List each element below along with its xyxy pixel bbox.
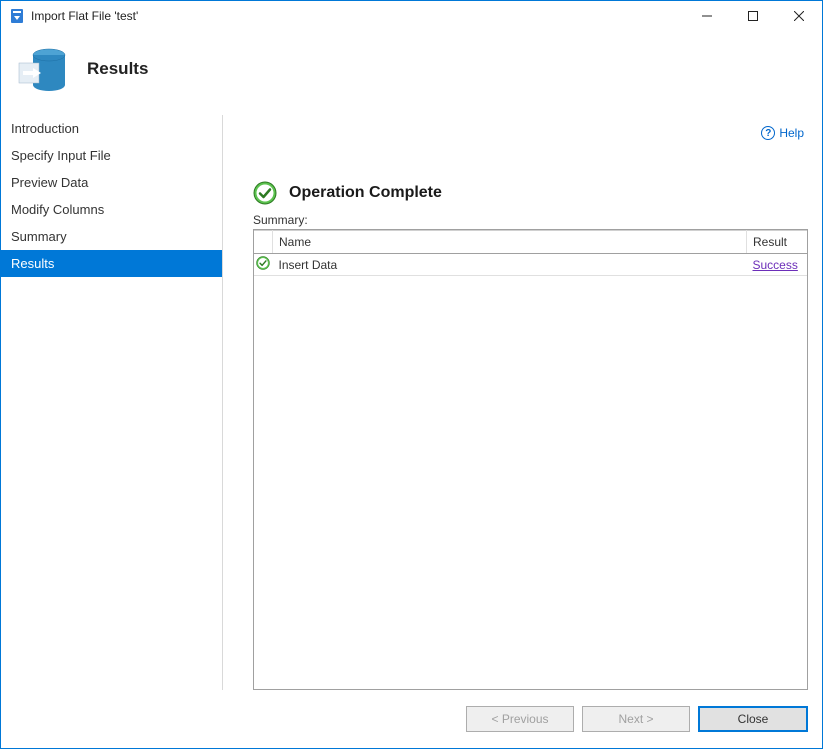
page-title: Results — [87, 59, 148, 79]
column-header-name[interactable]: Name — [273, 231, 747, 254]
column-header-result[interactable]: Result — [747, 231, 808, 254]
help-row: ? Help — [223, 115, 808, 145]
operation-title: Operation Complete — [289, 184, 442, 202]
sidebar-item-specify-input-file[interactable]: Specify Input File — [1, 142, 222, 169]
close-button[interactable]: Close — [698, 706, 808, 732]
wizard-window: Import Flat File 'test' — [0, 0, 823, 749]
success-check-icon — [256, 259, 270, 273]
window-controls — [684, 1, 822, 31]
sidebar: Introduction Specify Input File Preview … — [1, 115, 223, 690]
sidebar-item-summary[interactable]: Summary — [1, 223, 222, 250]
help-icon: ? — [761, 126, 775, 140]
operation-header: Operation Complete — [253, 181, 808, 205]
sidebar-item-introduction[interactable]: Introduction — [1, 115, 222, 142]
window-title: Import Flat File 'test' — [31, 9, 684, 23]
column-header-status-icon[interactable] — [254, 231, 273, 254]
main-panel: ? Help Operation Complete Summary: — [223, 115, 822, 690]
minimize-button[interactable] — [684, 1, 730, 31]
table-row[interactable]: Insert Data Success — [254, 254, 807, 276]
row-name: Insert Data — [273, 254, 747, 276]
previous-button: < Previous — [466, 706, 574, 732]
sidebar-item-preview-data[interactable]: Preview Data — [1, 169, 222, 196]
table-empty-area — [254, 276, 807, 689]
close-window-button[interactable] — [776, 1, 822, 31]
sidebar-item-modify-columns[interactable]: Modify Columns — [1, 196, 222, 223]
header-area: Results — [1, 31, 822, 115]
success-check-icon — [253, 181, 277, 205]
database-import-icon — [15, 41, 71, 97]
body: Introduction Specify Input File Preview … — [1, 115, 822, 690]
sidebar-item-results[interactable]: Results — [1, 250, 222, 277]
help-link[interactable]: ? Help — [761, 126, 804, 140]
next-button: Next > — [582, 706, 690, 732]
summary-label: Summary: — [253, 213, 808, 227]
footer: < Previous Next > Close — [1, 690, 822, 748]
row-status-icon — [254, 254, 273, 276]
app-icon — [9, 8, 25, 24]
help-label: Help — [779, 126, 804, 140]
maximize-button[interactable] — [730, 1, 776, 31]
row-result-link[interactable]: Success — [753, 258, 798, 272]
titlebar: Import Flat File 'test' — [1, 1, 822, 31]
summary-table: Name Result — [253, 229, 808, 690]
